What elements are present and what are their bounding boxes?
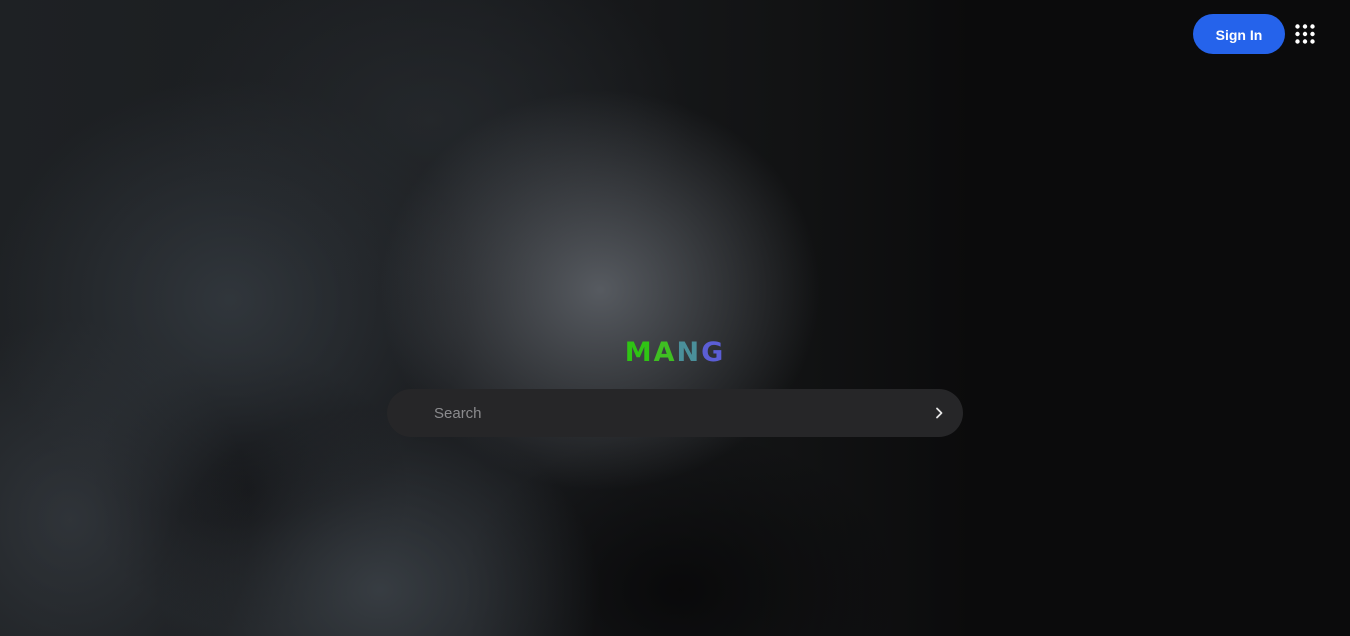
sign-in-button[interactable]: Sign In [1193,14,1285,54]
logo-letter: M [624,337,654,368]
grid-dots-icon[interactable] [1295,24,1315,44]
chevron-right-icon[interactable] [929,403,949,423]
logo-letter: A [653,337,677,368]
home-page: Sign In MANG [0,0,1350,636]
logo: MANG [0,336,1350,370]
logo-letter: G [701,337,726,368]
search-bar [387,389,963,437]
logo-letter: N [676,337,702,368]
search-input[interactable] [434,389,904,437]
